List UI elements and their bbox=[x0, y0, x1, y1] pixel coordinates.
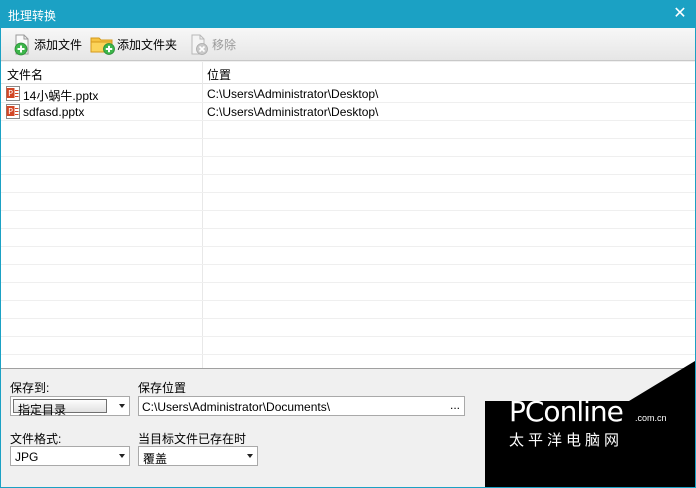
title-bar: 批理转换 ✕ bbox=[1, 1, 695, 28]
watermark-subtitle: 太平洋电脑网 bbox=[509, 432, 624, 449]
list-header: 文件名 位置 bbox=[1, 62, 695, 84]
file-path: C:\Users\Administrator\Desktop\ bbox=[207, 87, 379, 101]
svg-text:P: P bbox=[8, 89, 13, 98]
add-file-button[interactable]: 添加文件 bbox=[13, 32, 82, 57]
row-line bbox=[1, 210, 695, 211]
batch-convert-window: 批理转换 ✕ 添加文件 添加文件夹 移除 文件名 位置 P 14小蜗牛.pptx… bbox=[0, 0, 696, 488]
file-exists-value: 覆盖 bbox=[143, 452, 168, 466]
add-folder-label: 添加文件夹 bbox=[117, 38, 178, 52]
chevron-down-icon bbox=[119, 454, 125, 458]
watermark-domain: .com.cn bbox=[635, 413, 667, 423]
column-filename[interactable]: 文件名 bbox=[7, 66, 43, 83]
pconline-watermark: PConline .com.cn 太平洋电脑网 bbox=[485, 361, 695, 487]
save-location-value: C:\Users\Administrator\Documents\ bbox=[142, 400, 331, 414]
table-row[interactable]: P sdfasd.pptx C:\Users\Administrator\Des… bbox=[1, 103, 695, 121]
row-line bbox=[1, 156, 695, 157]
file-path: C:\Users\Administrator\Desktop\ bbox=[207, 105, 379, 119]
column-location[interactable]: 位置 bbox=[207, 66, 231, 83]
row-line bbox=[1, 354, 695, 355]
file-plus-icon bbox=[14, 34, 29, 55]
row-line bbox=[1, 264, 695, 265]
svg-text:P: P bbox=[8, 107, 13, 116]
folder-plus-icon bbox=[90, 37, 115, 55]
save-to-value: 指定目录 bbox=[18, 403, 67, 417]
row-line bbox=[1, 282, 695, 283]
row-line bbox=[1, 246, 695, 247]
save-to-select-face: 指定目录 bbox=[13, 399, 107, 417]
row-line bbox=[1, 228, 695, 229]
file-exists-select[interactable]: 覆盖 bbox=[138, 446, 258, 466]
format-select[interactable]: JPG bbox=[10, 446, 130, 466]
row-line bbox=[1, 192, 695, 193]
file-name: sdfasd.pptx bbox=[23, 105, 85, 119]
watermark-brand: PConline bbox=[509, 395, 624, 428]
toolbar: 添加文件 添加文件夹 移除 bbox=[1, 28, 695, 61]
window-title: 批理转换 bbox=[8, 9, 57, 23]
save-to-select[interactable]: 指定目录 bbox=[10, 396, 130, 417]
remove-button[interactable]: 移除 bbox=[189, 32, 236, 57]
file-exists-label: 当目标文件已存在时 bbox=[138, 432, 247, 446]
file-list[interactable]: 文件名 位置 P 14小蜗牛.pptx C:\Users\Administrat… bbox=[1, 62, 695, 369]
browse-button[interactable]: ... bbox=[450, 398, 460, 412]
add-folder-button[interactable]: 添加文件夹 bbox=[90, 32, 177, 57]
chevron-down-icon bbox=[247, 454, 253, 458]
row-line bbox=[1, 318, 695, 319]
row-line bbox=[1, 138, 695, 139]
file-name: 14小蜗牛.pptx bbox=[23, 89, 99, 103]
format-label: 文件格式: bbox=[10, 432, 62, 446]
pptx-file-icon: P bbox=[6, 86, 20, 101]
close-icon[interactable]: ✕ bbox=[671, 5, 689, 23]
row-line bbox=[1, 336, 695, 337]
table-row[interactable]: P 14小蜗牛.pptx C:\Users\Administrator\Desk… bbox=[1, 85, 695, 103]
row-line bbox=[1, 174, 695, 175]
chevron-down-icon bbox=[119, 404, 125, 408]
save-location-input[interactable]: C:\Users\Administrator\Documents\ ... bbox=[138, 396, 465, 416]
add-file-label: 添加文件 bbox=[34, 38, 83, 52]
save-to-label: 保存到: bbox=[10, 381, 50, 395]
file-remove-icon bbox=[191, 34, 208, 55]
pptx-file-icon: P bbox=[6, 104, 20, 119]
row-line bbox=[1, 300, 695, 301]
format-value: JPG bbox=[15, 450, 39, 464]
save-location-label: 保存位置 bbox=[138, 381, 187, 395]
remove-label: 移除 bbox=[212, 38, 237, 52]
